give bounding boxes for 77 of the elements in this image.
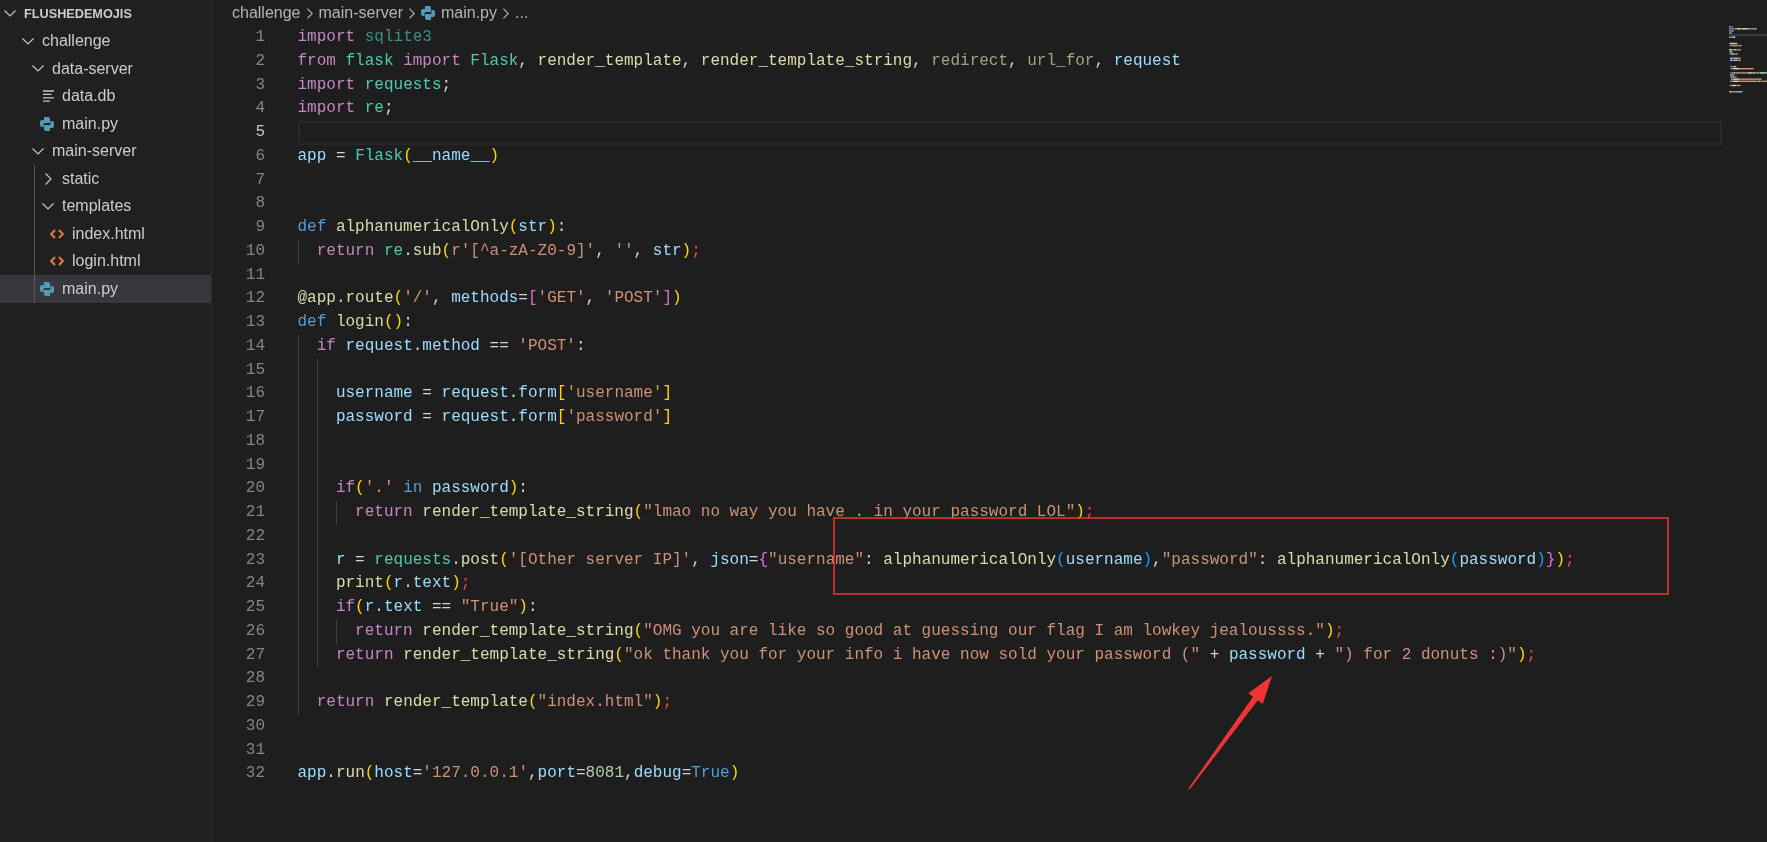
line-number: 2: [255, 51, 265, 70]
line-number: 14: [245, 336, 265, 355]
code-line: import sqlite3: [297, 28, 432, 46]
angle-brackets-icon: [50, 228, 64, 239]
chevron-right-icon: [503, 7, 509, 19]
file-item[interactable]: data.db: [0, 82, 211, 110]
code-line: print(r.text);: [335, 574, 471, 593]
python-file-icon: [420, 6, 435, 20]
line-number: 9: [255, 218, 265, 236]
line-number: 23: [245, 550, 265, 569]
code-line: return render_template("index.html");: [316, 693, 672, 711]
file-item[interactable]: login.html: [0, 247, 211, 275]
line-number: 17: [245, 408, 265, 426]
line-number: 28: [245, 669, 265, 688]
code-line: if(r.text == "True"):: [335, 598, 538, 616]
code-line: from flask import Flask, render_template, render_template_string, redirect, url_for, request: [297, 51, 1181, 70]
python-file-icon: [40, 281, 54, 296]
line-number: 19: [245, 455, 265, 474]
file-item[interactable]: index.html: [0, 220, 211, 248]
breadcrumb-item[interactable]: main-server: [318, 4, 403, 22]
code-line: username = request.form['username']: [335, 384, 672, 403]
folder-item[interactable]: templates: [0, 192, 211, 220]
code-line: def login():: [297, 313, 413, 331]
line-number: 5: [255, 123, 265, 141]
file-item[interactable]: main.py: [0, 110, 211, 138]
line-number: 29: [245, 693, 265, 711]
line-number: 18: [245, 431, 265, 450]
code-line: if request.method == 'POST':: [316, 336, 586, 355]
breadcrumb-item[interactable]: main.py: [420, 4, 497, 22]
line-number: 22: [245, 526, 265, 545]
code-line: return render_template_string("OMG you are like so good at guessing our flag I am lowkey jealoussss.");: [355, 621, 1345, 640]
file-item[interactable]: main.py: [0, 275, 211, 303]
line-number: 3: [255, 75, 265, 94]
line-number: 15: [245, 360, 265, 379]
line-number: 10: [245, 241, 265, 260]
breadcrumb-item[interactable]: ...: [515, 4, 529, 22]
line-number: 20: [245, 479, 265, 498]
code-line: if('.' in password):: [335, 479, 528, 498]
line-number: 6: [255, 146, 265, 165]
line-number: 21: [245, 503, 265, 521]
chevron-right-icon: [408, 7, 415, 19]
line-number: 32: [245, 764, 265, 783]
code-line: return render_template_string("lmao no way you have . in your password LOL");: [355, 503, 1095, 521]
code-line: password = request.form['password']: [335, 408, 672, 426]
line-number: 27: [245, 645, 265, 664]
line-number: 16: [245, 384, 265, 403]
line-number: 7: [255, 170, 265, 189]
line-number: 26: [245, 621, 265, 640]
code-line: return re.sub(r'[^a-zA-Z0-9]', '', str);: [316, 241, 701, 260]
code-line: return render_template_string("ok thank you for your info i have now sold your password (" + password + ") for 2 donuts :)");: [335, 645, 1537, 664]
angle-brackets-icon: [50, 256, 64, 267]
folder-item[interactable]: data-server: [0, 55, 211, 83]
code-line: import re;: [297, 99, 394, 118]
line-number: 30: [245, 716, 265, 735]
line-number: 12: [245, 289, 265, 308]
chevron-right-icon: [306, 7, 313, 19]
line-number: 13: [245, 313, 265, 331]
python-file-icon: [40, 116, 54, 131]
line-number: 24: [245, 574, 265, 593]
folder-item[interactable]: static: [0, 165, 211, 193]
line-number: 8: [255, 194, 265, 213]
line-number: 25: [245, 598, 265, 616]
code-line: @app.route('/', methods=['GET', 'POST']): [297, 289, 682, 308]
line-number: 1: [255, 28, 265, 46]
text-lines-icon: [43, 90, 54, 103]
section-header[interactable]: FLUSHEDEMOJIS: [0, 0, 211, 28]
code-line: import requests;: [297, 75, 452, 94]
folder-item[interactable]: main-server: [0, 137, 211, 165]
breadcrumb-item[interactable]: challenge: [232, 4, 301, 22]
code-line: app = Flask(__name__): [297, 146, 500, 165]
line-number: 4: [255, 99, 265, 118]
line-number: 31: [245, 740, 265, 759]
code-line: def alphanumericalOnly(str):: [297, 218, 567, 236]
line-number: 11: [245, 265, 265, 284]
minimap-drawing: [1729, 26, 1767, 94]
folder-item[interactable]: challenge: [0, 27, 211, 55]
code-line: app.run(host='127.0.0.1',port=8081,debug=True): [297, 764, 740, 783]
